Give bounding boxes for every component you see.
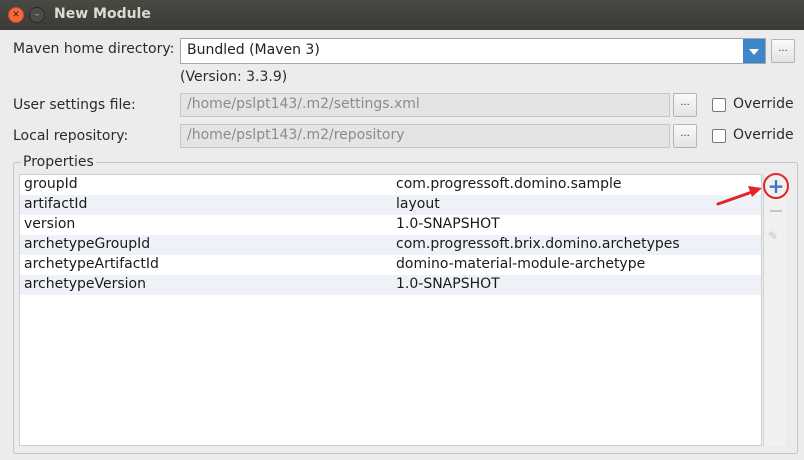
plus-icon: + — [767, 174, 785, 198]
property-value: 1.0-SNAPSHOT — [396, 216, 500, 232]
local-repository-value: /home/pslpt143/.m2/repository — [187, 127, 405, 143]
user-settings-override-label[interactable]: Override — [733, 96, 794, 112]
property-value: com.progressoft.brix.domino.archetypes — [396, 236, 680, 252]
property-value: domino-material-module-archetype — [396, 256, 646, 272]
local-repository-label: Local repository: — [13, 128, 129, 144]
user-settings-override-checkbox[interactable] — [712, 98, 726, 112]
minimize-window-button[interactable]: – — [29, 7, 45, 23]
table-row[interactable]: archetypeArtifactId domino-material-modu… — [20, 255, 761, 275]
pencil-icon: ✎ — [768, 229, 779, 243]
window-title: New Module — [54, 6, 151, 22]
maven-version-label: (Version: 3.3.9) — [180, 69, 288, 85]
property-key: version — [24, 216, 76, 232]
add-property-button[interactable]: + — [763, 173, 789, 199]
table-row[interactable]: archetypeGroupId com.progressoft.brix.do… — [20, 235, 761, 255]
property-key: groupId — [24, 176, 78, 192]
property-key: archetypeGroupId — [24, 236, 151, 252]
maven-home-value: Bundled (Maven 3) — [187, 42, 320, 58]
property-value: com.progressoft.domino.sample — [396, 176, 622, 192]
maven-home-label: Maven home directory: — [13, 41, 175, 57]
close-window-button[interactable]: ✕ — [8, 7, 24, 23]
table-row[interactable]: groupId com.progressoft.domino.sample — [20, 175, 761, 195]
maven-home-combobox[interactable]: Bundled (Maven 3) — [180, 38, 766, 64]
local-repository-field[interactable]: /home/pslpt143/.m2/repository — [180, 124, 670, 148]
properties-table: groupId com.progressoft.domino.sample ar… — [19, 174, 762, 446]
user-settings-field[interactable]: /home/pslpt143/.m2/settings.xml — [180, 93, 670, 117]
red-arrow-annotation-icon — [716, 186, 762, 206]
edit-property-button[interactable]: ✎ — [768, 229, 778, 243]
local-repository-override-checkbox[interactable] — [712, 129, 726, 143]
table-row[interactable]: version 1.0-SNAPSHOT — [20, 215, 761, 235]
user-settings-value: /home/pslpt143/.m2/settings.xml — [187, 96, 420, 112]
property-key: archetypeArtifactId — [24, 256, 159, 272]
user-settings-label: User settings file: — [13, 97, 136, 113]
maven-home-browse-button[interactable]: ... — [771, 39, 795, 63]
chevron-down-icon[interactable] — [743, 39, 765, 63]
property-key: archetypeVersion — [24, 276, 146, 292]
local-repository-browse-button[interactable]: ... — [673, 124, 697, 148]
local-repository-override-label[interactable]: Override — [733, 127, 794, 143]
table-row[interactable]: archetypeVersion 1.0-SNAPSHOT — [20, 275, 761, 295]
property-value: 1.0-SNAPSHOT — [396, 276, 500, 292]
user-settings-browse-button[interactable]: ... — [673, 93, 697, 117]
properties-toolbar — [763, 174, 786, 446]
remove-property-button[interactable] — [770, 210, 782, 212]
title-bar: ✕ – New Module — [0, 0, 804, 30]
table-row[interactable]: artifactId layout — [20, 195, 761, 215]
property-value: layout — [396, 196, 440, 212]
property-key: artifactId — [24, 196, 88, 212]
properties-title: Properties — [21, 154, 96, 170]
